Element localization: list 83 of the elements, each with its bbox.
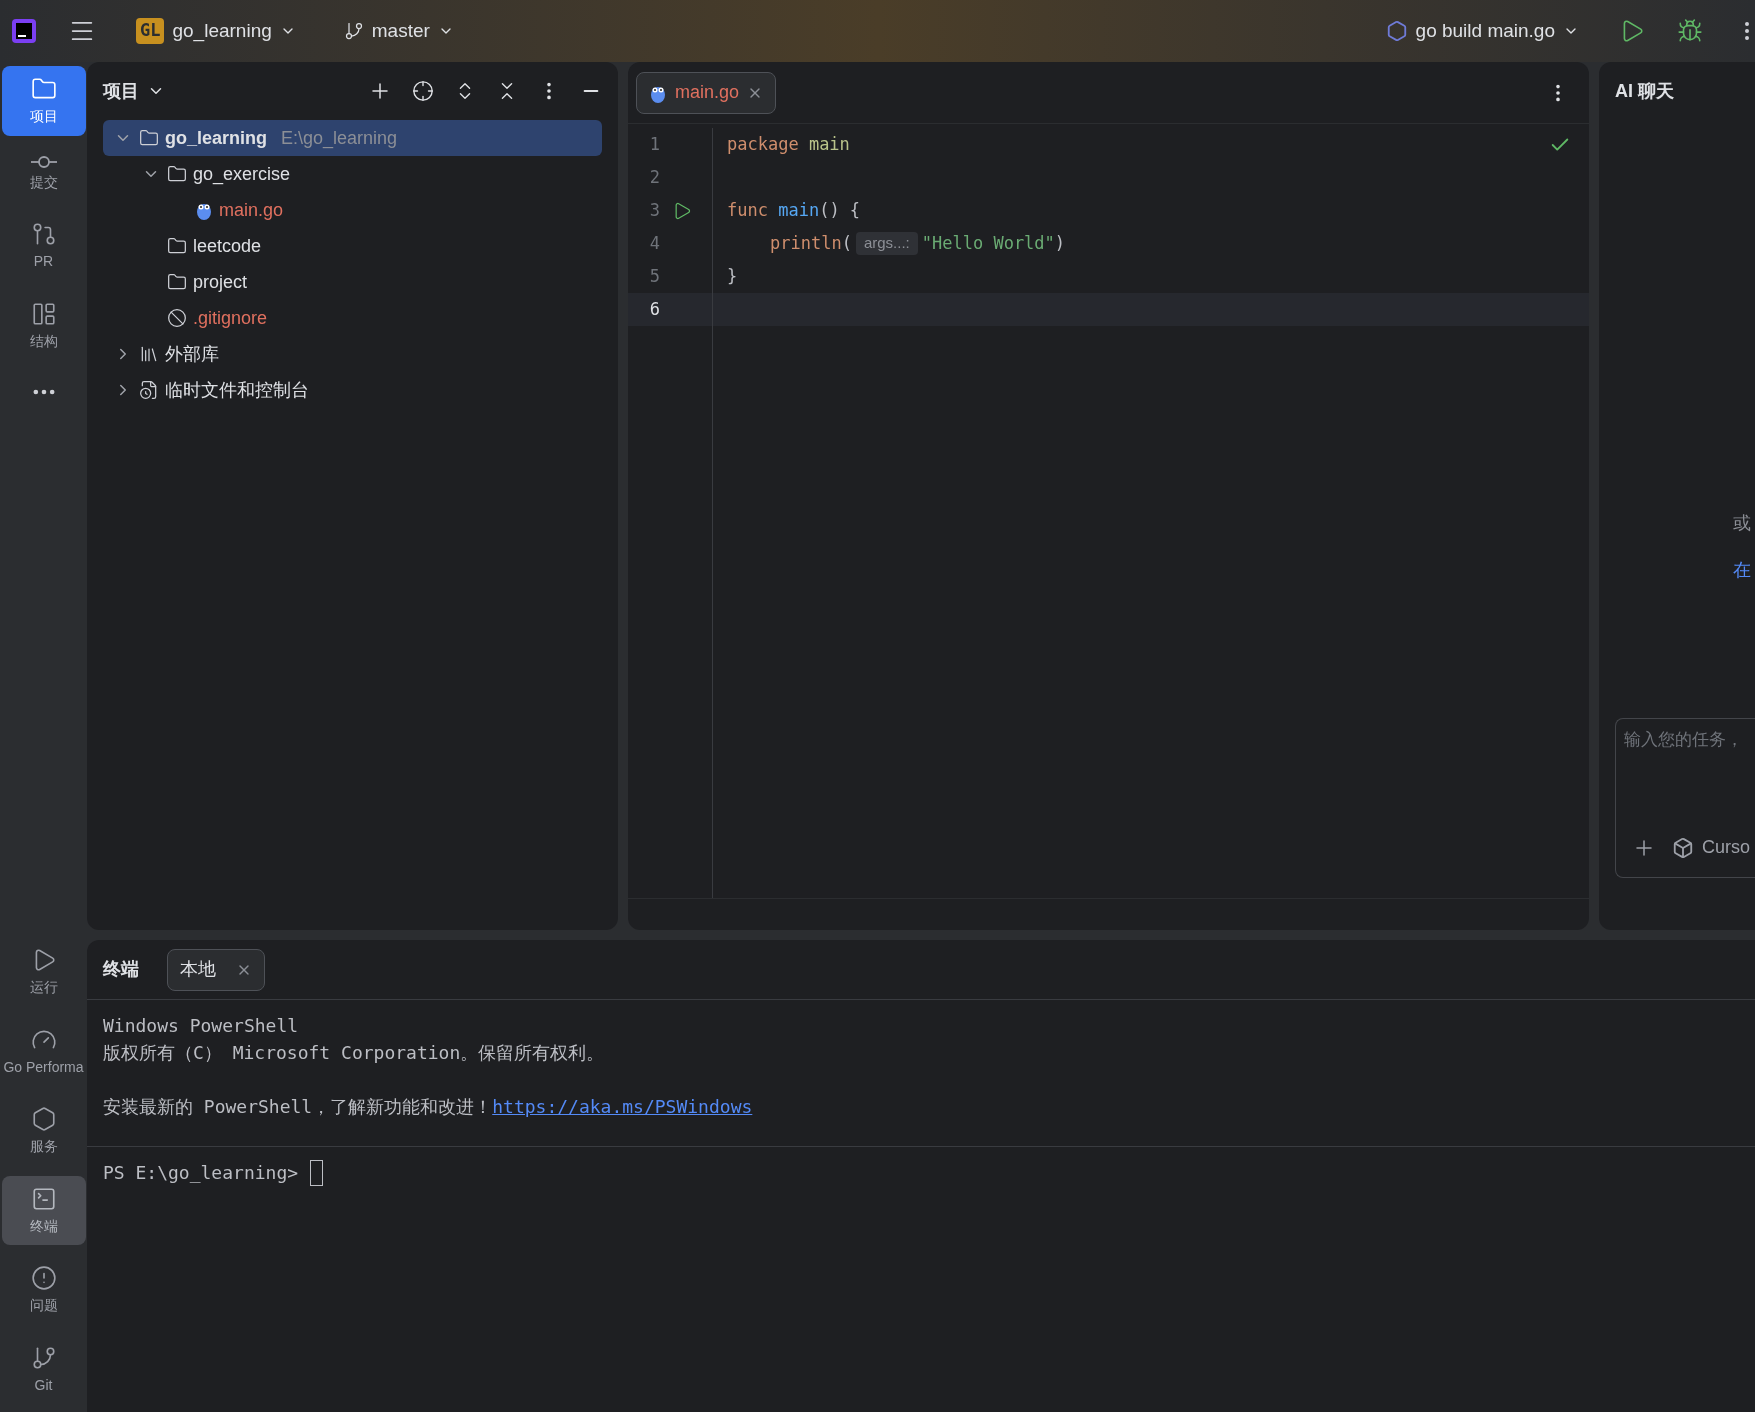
terminal-output-line: 版权所有（C） Microsoft Corporation。保留所有权利。 (103, 1041, 605, 1065)
tree-item[interactable]: project (103, 264, 602, 300)
tree-item-name: leetcode (193, 234, 262, 258)
tree-item[interactable]: .gitignore (103, 300, 602, 336)
tree-item[interactable]: 外部库 (103, 336, 602, 372)
chat-input[interactable]: 输入您的任务， Curso (1615, 718, 1755, 878)
editor-tab[interactable]: main.go (636, 71, 777, 114)
panel-title: 终端 (103, 958, 139, 981)
line-number: 6 (648, 297, 661, 321)
tool-window-button[interactable]: Go Performa (1, 1016, 86, 1086)
tool-window-button[interactable]: 终端 (1, 1175, 86, 1245)
tool-window-button[interactable]: Git (1, 1334, 86, 1404)
terminal-output-line: 安装最新的 PowerShell，了解新功能和改进！ (103, 1095, 493, 1119)
text-cursor (310, 1159, 324, 1186)
code-token: } (727, 264, 738, 288)
line-number: 2 (648, 165, 661, 189)
input-placeholder: 输入您的任务， (1624, 729, 1744, 751)
code-token: main (808, 132, 850, 156)
tree-item-name: go_exercise (193, 162, 291, 187)
code-token: println (770, 231, 842, 255)
terminal-prompt: PS E:\go_learning> (103, 1161, 299, 1185)
tree-item-name: project (193, 270, 248, 294)
code-token: ( (841, 231, 852, 255)
code-token: ) (1054, 231, 1066, 255)
tree-item[interactable]: leetcode (103, 228, 602, 264)
library-icon (139, 344, 159, 364)
tool-window-button[interactable]: 结构 (1, 290, 86, 360)
branch-switcher[interactable]: master (343, 16, 454, 46)
project-folder-icon (139, 128, 159, 148)
tree-item-name: go_learning (165, 126, 267, 150)
parameter-hint: args...: (855, 232, 918, 255)
tree-item-name: 外部库 (165, 342, 219, 366)
code-token: "Hello World" (921, 231, 1055, 255)
terminal-output-line: Windows PowerShell (103, 1014, 299, 1038)
tool-window-button[interactable]: 服务 (1, 1096, 86, 1166)
tool-window-button[interactable]: 提交 (1, 145, 86, 201)
panel-title: AI 聊天 (1615, 79, 1675, 103)
run-configuration[interactable]: go build main.go (1385, 16, 1579, 46)
terminal-icon (30, 1185, 57, 1212)
tree-item-name: .gitignore (193, 306, 268, 330)
tree-item-name: 临时文件和控制台 (165, 378, 309, 402)
pull-request-icon (30, 221, 57, 247)
line-number: 4 (648, 231, 661, 255)
chat-text: 或 (1733, 512, 1752, 535)
code-token: () { (819, 198, 861, 222)
tree-item-path: E:\go_learning (281, 126, 398, 151)
code-token: func (727, 198, 769, 222)
model-selector[interactable]: Curso (1672, 834, 1750, 861)
tool-window-button[interactable]: PR (1, 211, 86, 281)
branch-icon (343, 21, 364, 41)
tree-item[interactable]: go_exercise (103, 156, 602, 192)
folder-icon (167, 236, 187, 256)
hexagon-icon (30, 1106, 57, 1132)
alert-icon (30, 1265, 57, 1291)
chat-link[interactable]: 在 (1733, 557, 1755, 584)
cube-icon (1672, 836, 1694, 859)
locate-icon[interactable] (412, 80, 434, 102)
app-logo-icon (12, 19, 36, 43)
folder-icon (167, 272, 187, 292)
folder-icon (167, 164, 187, 184)
project-switcher[interactable]: GL go_learning (136, 16, 296, 46)
code-token: package (727, 132, 800, 156)
debug-icon[interactable] (1677, 18, 1703, 44)
line-number: 3 (648, 198, 661, 222)
branch-icon (30, 1344, 57, 1371)
commit-icon (29, 155, 58, 168)
tree-item[interactable]: go_learning E:\go_learning (103, 120, 602, 156)
panel-title[interactable]: 项目 (103, 77, 165, 105)
code-token: main (778, 198, 820, 222)
structure-icon (30, 300, 57, 327)
tool-window-button[interactable]: 项目 (1, 66, 86, 136)
line-number: 5 (648, 264, 661, 288)
scratch-icon (139, 380, 159, 400)
tree-item[interactable]: 临时文件和控制台 (103, 372, 602, 408)
terminal-link[interactable]: https://aka.ms/PSWindows (492, 1093, 753, 1120)
project-badge: GL (136, 18, 165, 44)
line-number: 1 (648, 132, 661, 156)
terminal-tab[interactable]: 本地 (167, 948, 265, 991)
ignored-file-icon (167, 308, 187, 328)
tool-window-button[interactable]: 运行 (1, 937, 86, 1007)
tree-item-name: main.go (219, 198, 284, 222)
tool-window-button[interactable]: 问题 (1, 1255, 86, 1325)
tree-item[interactable]: main.go (103, 192, 602, 228)
